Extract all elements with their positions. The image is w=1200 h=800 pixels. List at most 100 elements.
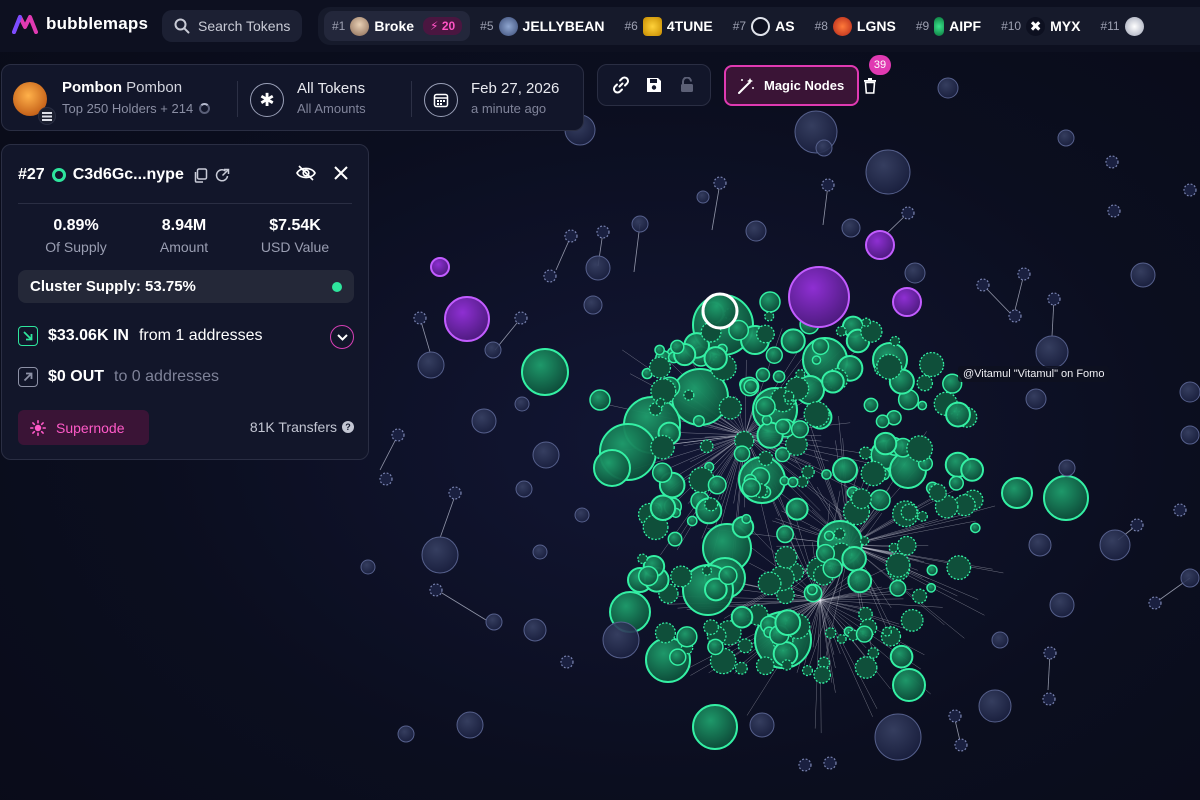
inflow-row[interactable]: $33.06K IN from 1 addresses bbox=[18, 326, 263, 346]
graph-node[interactable] bbox=[654, 344, 665, 356]
graph-node[interactable] bbox=[417, 351, 445, 379]
graph-node[interactable] bbox=[821, 369, 845, 394]
cluster-supply-bar[interactable]: Cluster Supply: 53.75% bbox=[18, 270, 354, 303]
graph-node[interactable] bbox=[779, 475, 790, 486]
graph-node[interactable] bbox=[701, 292, 739, 330]
graph-node[interactable] bbox=[655, 397, 666, 408]
graph-node[interactable] bbox=[648, 356, 672, 379]
graph-node[interactable] bbox=[456, 711, 484, 739]
graph-node[interactable] bbox=[730, 605, 754, 629]
trending-item-5[interactable]: #5 JELLYBEAN bbox=[470, 11, 614, 41]
graph-node[interactable] bbox=[796, 475, 809, 488]
graph-node[interactable] bbox=[896, 535, 917, 556]
graph-node[interactable] bbox=[882, 626, 892, 637]
graph-node[interactable] bbox=[532, 441, 560, 469]
snapshot-date[interactable]: Feb 27, 2026 bbox=[471, 80, 559, 97]
graph-node[interactable] bbox=[743, 379, 759, 394]
graph-node[interactable] bbox=[854, 656, 878, 679]
graph-node[interactable] bbox=[873, 431, 898, 456]
graph-node[interactable] bbox=[783, 390, 795, 402]
graph-node[interactable] bbox=[683, 389, 695, 401]
holders-selector[interactable]: Top 250 Holders + 214 bbox=[62, 101, 210, 116]
graph-node[interactable] bbox=[585, 255, 611, 281]
graph-node[interactable] bbox=[904, 262, 926, 284]
graph-node[interactable] bbox=[946, 555, 972, 581]
graph-node[interactable] bbox=[1183, 183, 1197, 197]
trending-item-11[interactable]: #11 bbox=[1090, 11, 1153, 41]
graph-node[interactable] bbox=[1058, 459, 1076, 477]
graph-node[interactable] bbox=[692, 415, 705, 428]
graph-node[interactable] bbox=[781, 659, 793, 671]
trash-icon[interactable] bbox=[859, 72, 881, 100]
graph-node[interactable] bbox=[801, 665, 814, 677]
graph-node[interactable] bbox=[815, 139, 833, 157]
graph-node[interactable] bbox=[869, 489, 891, 511]
graph-node[interactable] bbox=[749, 712, 775, 738]
graph-node[interactable] bbox=[889, 644, 914, 669]
graph-node[interactable] bbox=[787, 476, 799, 488]
graph-node[interactable] bbox=[824, 627, 837, 639]
copy-icon[interactable] bbox=[193, 167, 208, 183]
graph-node[interactable] bbox=[514, 396, 530, 412]
graph-node[interactable] bbox=[841, 545, 867, 572]
graph-node[interactable] bbox=[755, 396, 776, 417]
calendar-icon[interactable] bbox=[424, 83, 458, 117]
graph-node[interactable] bbox=[813, 665, 832, 684]
graph-node[interactable] bbox=[755, 367, 771, 383]
graph-node[interactable] bbox=[696, 190, 710, 204]
trending-item-1[interactable]: #1 Broke ⚡ 20 bbox=[324, 11, 471, 41]
graph-node[interactable] bbox=[430, 257, 450, 277]
graph-node[interactable] bbox=[841, 218, 861, 238]
graph-nodes[interactable] bbox=[360, 77, 1200, 772]
graph-node[interactable] bbox=[822, 558, 843, 579]
graph-node[interactable] bbox=[821, 178, 835, 192]
boost-badge[interactable]: ⚡ 20 bbox=[423, 17, 463, 35]
graph-node[interactable] bbox=[835, 325, 847, 337]
graph-node[interactable] bbox=[765, 346, 783, 364]
graph-node[interactable] bbox=[574, 507, 590, 523]
search-tokens-button[interactable]: Search Tokens bbox=[162, 10, 302, 42]
graph-node[interactable] bbox=[1008, 309, 1022, 323]
graph-node[interactable] bbox=[917, 400, 928, 411]
graph-node[interactable] bbox=[875, 414, 890, 429]
graph-node[interactable] bbox=[1130, 518, 1144, 532]
graph-node[interactable] bbox=[413, 311, 427, 325]
graph-node[interactable] bbox=[888, 542, 899, 553]
graph-node[interactable] bbox=[759, 291, 781, 313]
graph-node[interactable] bbox=[484, 341, 502, 359]
external-link-icon[interactable] bbox=[215, 168, 230, 183]
graph-node[interactable] bbox=[756, 324, 775, 344]
graph-node[interactable] bbox=[699, 439, 714, 454]
graph-node[interactable] bbox=[892, 287, 922, 317]
graph-node[interactable] bbox=[790, 420, 810, 439]
graph-node[interactable] bbox=[1180, 568, 1200, 588]
graph-node[interactable] bbox=[686, 515, 698, 527]
graph-node[interactable] bbox=[741, 513, 752, 525]
graph-node[interactable] bbox=[978, 689, 1012, 723]
graph-node[interactable] bbox=[515, 480, 533, 498]
magic-nodes-button[interactable]: Magic Nodes bbox=[724, 65, 859, 106]
graph-node[interactable] bbox=[429, 583, 443, 597]
graph-node[interactable] bbox=[1179, 381, 1200, 403]
graph-node[interactable] bbox=[803, 401, 830, 428]
trending-item-9[interactable]: #9 AIPF bbox=[906, 11, 991, 41]
trending-item-7[interactable]: #7 AS bbox=[723, 11, 805, 41]
trending-item-10[interactable]: #10 ✖ MYX bbox=[991, 11, 1090, 41]
graph-node[interactable] bbox=[855, 625, 874, 643]
graph-node[interactable] bbox=[919, 351, 945, 378]
graph-node[interactable] bbox=[1043, 475, 1089, 521]
graph-node[interactable] bbox=[670, 565, 693, 588]
graph-node[interactable] bbox=[823, 756, 837, 770]
graph-node[interactable] bbox=[911, 588, 928, 604]
graph-node[interactable] bbox=[1049, 592, 1075, 618]
graph-node[interactable] bbox=[1028, 533, 1052, 557]
graph-node[interactable] bbox=[788, 266, 850, 328]
graph-node[interactable] bbox=[1025, 388, 1047, 410]
graph-node[interactable] bbox=[1180, 425, 1200, 445]
graph-node[interactable] bbox=[596, 225, 610, 239]
graph-node[interactable] bbox=[774, 545, 798, 569]
graph-node[interactable] bbox=[916, 374, 934, 392]
graph-node[interactable] bbox=[593, 449, 631, 487]
graph-node[interactable] bbox=[737, 638, 753, 654]
chevron-down-icon[interactable] bbox=[330, 325, 354, 349]
